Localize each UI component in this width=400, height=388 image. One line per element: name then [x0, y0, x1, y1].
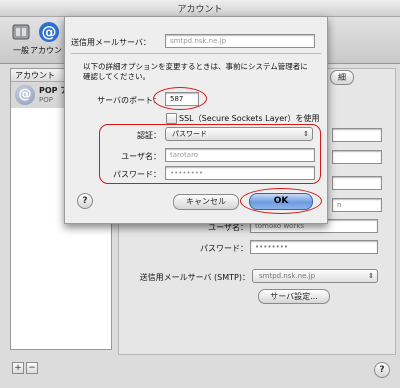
server-settings-button[interactable]: サーバ設定... — [258, 289, 330, 304]
detail-field-3[interactable] — [332, 176, 382, 190]
account-list-header-label: アカウント — [15, 71, 55, 80]
toolbar-accounts-label: アカウント — [30, 46, 70, 55]
panel-password-label: パスワード： — [200, 244, 248, 253]
ssl-checkbox[interactable] — [166, 113, 177, 124]
smtp-server-value: smtpd.nsk.ne.jp — [259, 272, 316, 280]
tab-details[interactable]: 細 — [330, 70, 354, 85]
panel-password-field[interactable]: •••••••• — [250, 240, 378, 254]
popup-arrows-icon: ⇕ — [368, 272, 374, 280]
help-button-sheet[interactable]: ? — [77, 193, 93, 209]
help-button-main[interactable]: ? — [374, 362, 390, 378]
at-icon: @ — [39, 22, 59, 42]
port-annotation-oval — [153, 87, 207, 110]
sheet-description: 以下の詳細オプションを変更するときは、事前にシステム管理者に確認してください。 — [83, 62, 308, 81]
add-account-button[interactable]: + — [12, 362, 24, 374]
auth-label: 認証： — [137, 131, 161, 140]
ok-annotation-oval — [240, 188, 322, 214]
detail-field-4[interactable]: n — [332, 198, 382, 212]
smtp-advanced-sheet: 送信用メールサーバ： smtpd.nsk.ne.jp 以下の詳細オプションを変更… — [64, 16, 328, 224]
auth-value: パスワード — [172, 130, 207, 138]
sheet-username-field[interactable]: tarotaro — [165, 148, 315, 162]
toolbar-accounts-button[interactable]: @ アカウント — [30, 21, 70, 61]
cancel-button[interactable]: キャンセル — [173, 194, 239, 210]
sheet-password-field[interactable]: •••••••• — [165, 166, 315, 180]
auth-popup[interactable]: パスワード ⇕ — [165, 127, 313, 141]
popup-arrows-icon: ⇕ — [303, 130, 309, 138]
smtp-server-label: 送信用メールサーバ (SMTP)： — [139, 273, 250, 282]
sheet-password-label: パスワード： — [113, 170, 161, 179]
account-type: POP — [39, 96, 53, 104]
account-at-icon: @ — [15, 85, 35, 105]
port-label: サーバのポート： — [97, 96, 161, 105]
sheet-server-field[interactable]: smtpd.nsk.ne.jp — [165, 34, 315, 48]
sheet-server-label: 送信用メールサーバ： — [71, 38, 151, 47]
smtp-server-popup[interactable]: smtpd.nsk.ne.jp ⇕ — [252, 269, 378, 283]
detail-field-1[interactable] — [332, 128, 382, 142]
window-title: アカウント — [177, 5, 223, 15]
sheet-username-label: ユーザ名： — [121, 152, 161, 161]
svg-text:@: @ — [42, 23, 57, 41]
remove-account-button[interactable]: − — [26, 362, 38, 374]
divider — [71, 53, 321, 54]
ssl-label: SSL（Secure Sockets Layer）を使用 — [179, 114, 320, 123]
detail-field-2[interactable] — [332, 150, 382, 164]
switch-icon — [12, 24, 30, 40]
